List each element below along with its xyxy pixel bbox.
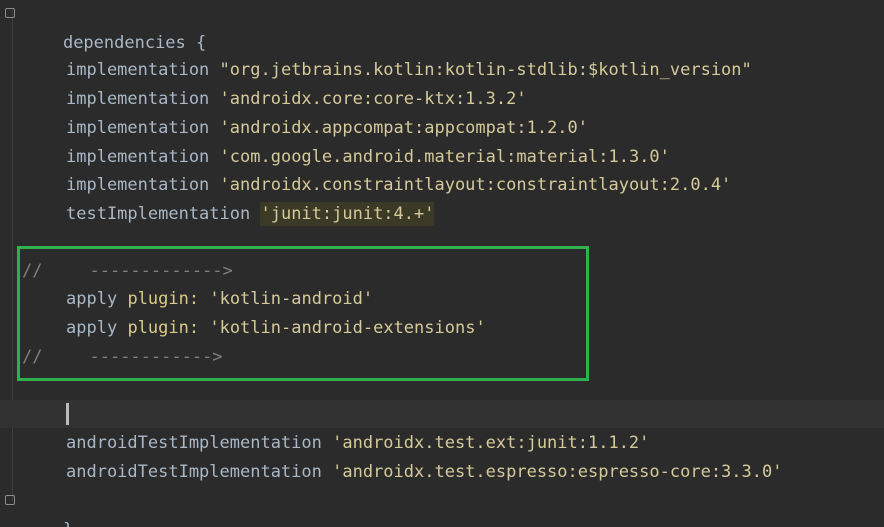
config-keyword: implementation	[66, 147, 210, 167]
dependency-string: "org.jetbrains.kotlin:kotlin-stdlib:$kot…	[219, 60, 752, 80]
dependencies-close-line[interactable]: }	[22, 487, 73, 527]
code-line[interactable]: testImplementation 'junit:junit:4.+'	[66, 200, 435, 229]
green-highlight-box	[17, 246, 589, 381]
dependency-string: 'androidx.test.espresso:espresso-core:3.…	[332, 462, 783, 482]
config-keyword: implementation	[66, 175, 210, 195]
code-line[interactable]: implementation 'androidx.constraintlayou…	[66, 171, 731, 200]
code-line[interactable]: implementation 'androidx.appcompat:appco…	[66, 114, 588, 143]
code-line[interactable]: implementation 'com.google.android.mater…	[66, 143, 670, 172]
dependency-string: 'androidx.core:core-ktx:1.3.2'	[219, 89, 527, 109]
current-line-highlight	[0, 400, 884, 428]
config-keyword: testImplementation	[66, 204, 251, 224]
code-line[interactable]: implementation "org.jetbrains.kotlin:kot…	[66, 56, 752, 85]
dependency-string: 'androidx.constraintlayout:constraintlay…	[219, 175, 732, 195]
config-keyword: implementation	[66, 118, 210, 138]
config-keyword: androidTestImplementation	[66, 433, 322, 453]
config-keyword: androidTestImplementation	[66, 462, 322, 482]
config-keyword: implementation	[66, 89, 210, 109]
fold-open-icon[interactable]	[5, 8, 15, 18]
closing-brace: }	[63, 520, 73, 527]
highlighted-dependency-string: 'junit:junit:4.+'	[260, 202, 435, 226]
dependency-string: 'androidx.appcompat:appcompat:1.2.0'	[219, 118, 589, 138]
gutter-guide	[12, 10, 13, 502]
dependency-string: 'com.google.android.material:material:1.…	[219, 147, 670, 167]
dependency-string: 'androidx.test.ext:junit:1.1.2'	[332, 433, 650, 453]
code-line[interactable]: androidTestImplementation 'androidx.test…	[66, 458, 782, 487]
fold-close-icon[interactable]	[5, 495, 15, 505]
code-editor[interactable]: dependencies { implementation "org.jetbr…	[0, 0, 884, 527]
text-caret	[66, 403, 69, 425]
code-line[interactable]: implementation 'androidx.core:core-ktx:1…	[66, 85, 527, 114]
dependencies-keyword: dependencies {	[62, 33, 207, 53]
code-line[interactable]: androidTestImplementation 'androidx.test…	[66, 429, 649, 458]
dependencies-open-line[interactable]: dependencies {	[22, 0, 206, 53]
config-keyword: implementation	[66, 60, 210, 80]
